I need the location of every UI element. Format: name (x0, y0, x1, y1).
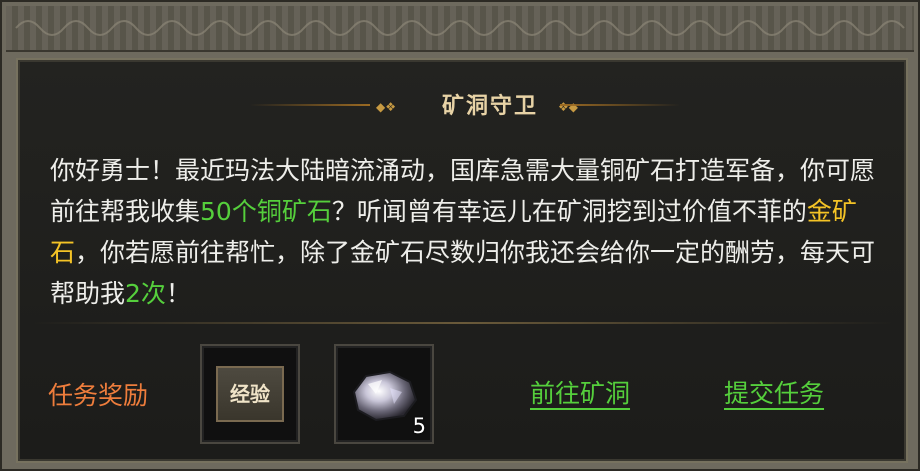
desc-text-2: ？听闻曾有幸运儿在矿洞挖到过价值不菲的 (331, 197, 807, 226)
experience-icon: 经验 (216, 366, 284, 422)
ornament-left-icon: ◆❖ (376, 100, 396, 114)
reward-label: 任务奖励 (48, 381, 149, 410)
ore-icon (352, 370, 418, 422)
quest-description: 你好勇士！最近玛法大陆暗流涌动，国库急需大量铜矿石打造军备，你可愿前往帮我收集5… (50, 150, 880, 314)
submit-task-link[interactable]: 提交任务 (724, 374, 824, 410)
desc-text-4: ！ (165, 279, 191, 308)
reward-slot-ore[interactable]: 5 (334, 344, 434, 444)
reward-slot-experience[interactable]: 经验 (200, 344, 300, 444)
desc-highlight-copper: 50个铜矿石 (200, 197, 332, 226)
dialog-header: ◆❖ 矿洞守卫 ❖◆ (250, 88, 680, 122)
divider (34, 322, 892, 324)
decorative-top-band (6, 6, 914, 52)
ornament-right-icon: ❖◆ (558, 100, 578, 114)
title-line-right (560, 104, 680, 106)
dialog-title: 矿洞守卫 (441, 93, 538, 119)
go-to-mine-link[interactable]: 前往矿洞 (530, 374, 630, 410)
title-line-left (250, 104, 370, 106)
desc-highlight-times: 2次 (125, 279, 166, 308)
dialog-panel: ◆❖ 矿洞守卫 ❖◆ 你好勇士！最近玛法大陆暗流涌动，国库急需大量铜矿石打造军备… (16, 58, 908, 463)
ore-count: 5 (412, 414, 426, 438)
dialog-frame: ◆❖ 矿洞守卫 ❖◆ 你好勇士！最近玛法大陆暗流涌动，国库急需大量铜矿石打造军备… (0, 0, 920, 471)
